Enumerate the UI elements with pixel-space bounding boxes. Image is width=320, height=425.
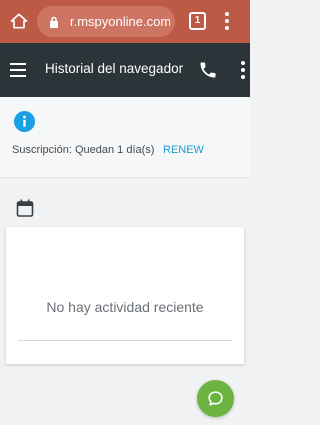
page-title: Historial del navegador <box>45 61 184 76</box>
hamburger-icon[interactable] <box>10 62 28 78</box>
subscription-panel: Suscripción: Quedan 1 día(s) RENEW <box>0 97 250 177</box>
home-icon[interactable] <box>9 11 29 31</box>
url-text: r.mspyonline.com <box>70 14 170 29</box>
more-vert-icon[interactable] <box>222 11 232 31</box>
empty-state-message: No hay actividad reciente <box>46 299 204 315</box>
renew-link[interactable]: RENEW <box>163 144 204 156</box>
phone-icon[interactable] <box>198 60 218 80</box>
browser-toolbar: r.mspyonline.com 1 <box>0 0 250 43</box>
chat-icon <box>208 391 223 406</box>
more-vert-icon[interactable] <box>238 60 248 80</box>
calendar-icon[interactable] <box>16 199 34 217</box>
divider <box>0 177 250 178</box>
app-header: Historial del navegador <box>0 43 250 97</box>
tab-switcher-button[interactable]: 1 <box>189 12 206 30</box>
info-icon[interactable] <box>14 111 35 132</box>
activity-card: No hay actividad reciente <box>6 227 244 364</box>
card-divider <box>18 340 232 341</box>
lock-icon <box>50 16 58 28</box>
chat-button[interactable] <box>197 380 234 417</box>
address-bar[interactable]: r.mspyonline.com <box>37 6 175 37</box>
subscription-status: Suscripción: Quedan 1 día(s) <box>12 144 155 156</box>
